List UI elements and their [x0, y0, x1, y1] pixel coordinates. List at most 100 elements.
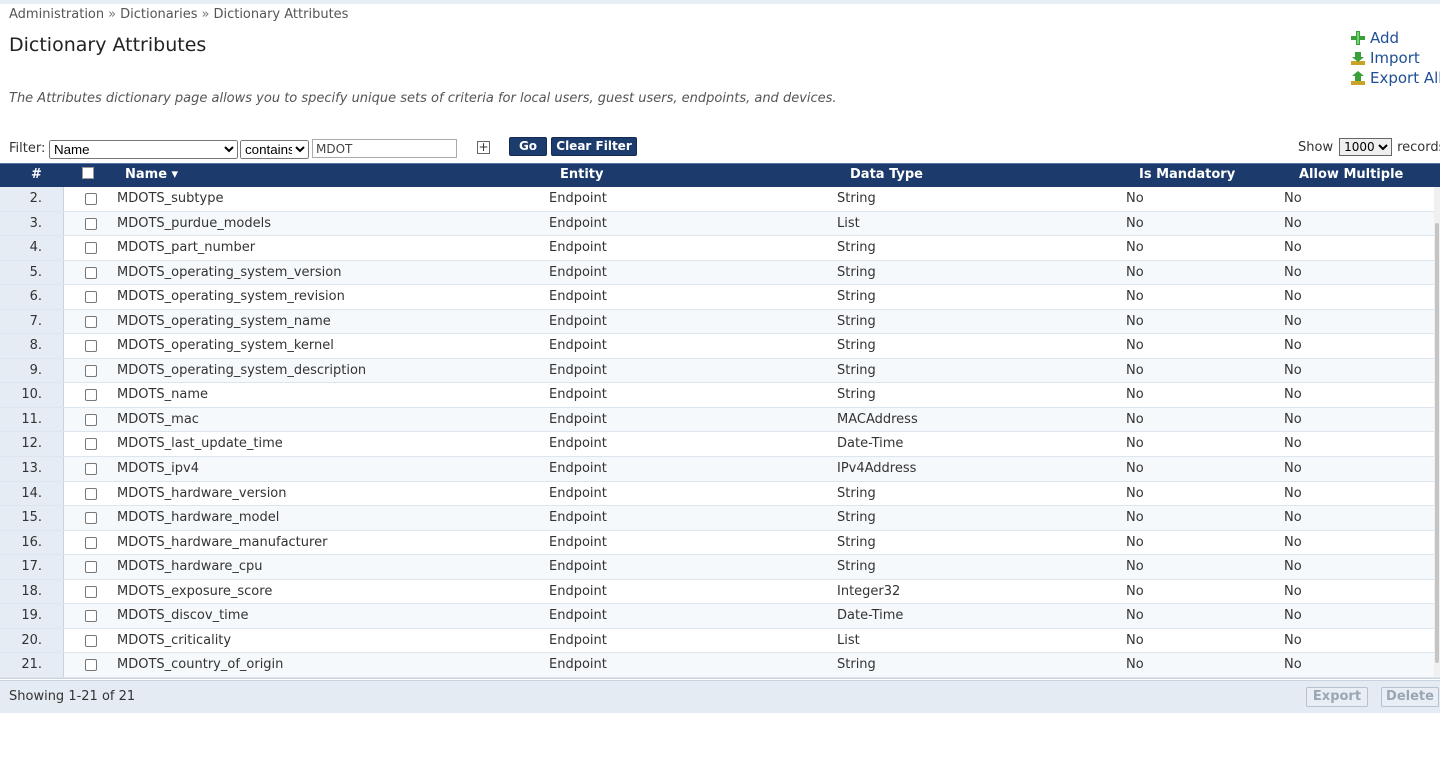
- table-row[interactable]: 5. MDOTS_operating_system_version Endpoint…: [0, 260, 1440, 286]
- cell-name[interactable]: MDOTS_part_number: [117, 236, 255, 259]
- table-row[interactable]: 21. MDOTS_country_of_origin Endpoint String…: [0, 653, 1440, 678]
- delete-button[interactable]: Delete: [1381, 687, 1439, 707]
- cell-row-number: 2.: [0, 187, 64, 211]
- row-checkbox[interactable]: [85, 561, 97, 574]
- row-checkbox[interactable]: [85, 242, 97, 255]
- cell-allow-multiple: No: [1284, 313, 1302, 329]
- table-row[interactable]: 15. MDOTS_hardware_model Endpoint String No N…: [0, 506, 1440, 531]
- cell-name[interactable]: MDOTS_last_update_time: [117, 432, 283, 455]
- cell-name[interactable]: MDOTS_hardware_manufacturer: [117, 531, 327, 554]
- table-row[interactable]: 3. MDOTS_purdue_models Endpoint List No No: [0, 211, 1440, 237]
- row-checkbox[interactable]: [85, 610, 97, 623]
- row-checkbox[interactable]: [85, 438, 97, 451]
- table-row[interactable]: 12. MDOTS_last_update_time Endpoint Date-Ti…: [0, 432, 1440, 458]
- add-link[interactable]: Add: [1350, 28, 1440, 48]
- cell-name[interactable]: MDOTS_name: [117, 383, 208, 406]
- filter-field-select[interactable]: Name: [49, 140, 238, 159]
- cell-row-number: 12.: [0, 432, 64, 457]
- table-row[interactable]: 2. MDOTS_subtype Endpoint String No No: [0, 187, 1440, 212]
- table-row[interactable]: 6. MDOTS_operating_system_revision Endpoin…: [0, 285, 1440, 310]
- records-per-page-select[interactable]: 1000: [1339, 138, 1393, 156]
- scrollbar-thumb[interactable]: [1435, 223, 1439, 663]
- cell-row-number: 11.: [0, 407, 64, 432]
- export-button[interactable]: Export: [1306, 687, 1368, 707]
- table-row[interactable]: 9. MDOTS_operating_system_description Endp…: [0, 358, 1440, 384]
- cell-name[interactable]: MDOTS_country_of_origin: [117, 653, 283, 676]
- column-header-is-mandatory[interactable]: Is Mandatory: [1139, 167, 1235, 182]
- row-checkbox[interactable]: [85, 340, 97, 353]
- breadcrumb-separator: »: [201, 7, 210, 22]
- cell-allow-multiple: No: [1284, 461, 1302, 477]
- row-checkbox[interactable]: [85, 634, 97, 647]
- cell-name[interactable]: MDOTS_hardware_version: [117, 482, 287, 505]
- cell-data-type: String: [837, 338, 876, 354]
- row-checkbox[interactable]: [85, 315, 97, 328]
- table-row[interactable]: 10. MDOTS_name Endpoint String No No: [0, 383, 1440, 408]
- column-header-name[interactable]: Name ▾: [125, 167, 178, 182]
- row-checkbox[interactable]: [85, 512, 97, 525]
- select-all-checkbox[interactable]: [82, 167, 94, 179]
- table-row[interactable]: 7. MDOTS_operating_system_name Endpoint Str…: [0, 309, 1440, 335]
- table-row[interactable]: 18. MDOTS_exposure_score Endpoint Integer32…: [0, 579, 1440, 605]
- cell-name[interactable]: MDOTS_operating_system_kernel: [117, 334, 334, 357]
- table-row[interactable]: 11. MDOTS_mac Endpoint MACAddress No No: [0, 407, 1440, 433]
- table-scrollbar[interactable]: [1434, 187, 1440, 677]
- cell-name[interactable]: MDOTS_operating_system_version: [117, 261, 341, 284]
- import-link[interactable]: Import: [1350, 48, 1440, 68]
- row-checkbox[interactable]: [85, 364, 97, 377]
- cell-row-number: 20.: [0, 628, 64, 653]
- table-row[interactable]: 19. MDOTS_discov_time Endpoint Date-Time No N…: [0, 604, 1440, 629]
- breadcrumb-administration[interactable]: Administration: [9, 7, 104, 22]
- breadcrumb-dictionaries[interactable]: Dictionaries: [120, 7, 197, 22]
- go-button[interactable]: Go: [509, 137, 547, 156]
- row-checkbox[interactable]: [85, 413, 97, 426]
- cell-name[interactable]: MDOTS_mac: [117, 408, 199, 431]
- cell-name[interactable]: MDOTS_operating_system_revision: [117, 285, 345, 308]
- cell-name[interactable]: MDOTS_subtype: [117, 187, 223, 210]
- records-per-page: Show 1000 records: [1298, 138, 1440, 156]
- table-footer: Showing 1-21 of 21 Export Delete: [0, 680, 1440, 713]
- page-actions: Add Import Export All: [1350, 28, 1440, 88]
- cell-name[interactable]: MDOTS_operating_system_name: [117, 310, 331, 333]
- column-header-allow-multiple[interactable]: Allow Multiple: [1299, 167, 1403, 182]
- column-header-entity[interactable]: Entity: [560, 167, 604, 182]
- table-row[interactable]: 17. MDOTS_hardware_cpu Endpoint String No No: [0, 555, 1440, 580]
- cell-name[interactable]: MDOTS_discov_time: [117, 604, 248, 627]
- row-checkbox[interactable]: [85, 193, 97, 205]
- table-row[interactable]: 20. MDOTS_criticality Endpoint List No No: [0, 628, 1440, 654]
- table-row[interactable]: 16. MDOTS_hardware_manufacturer Endpoint St…: [0, 530, 1440, 556]
- cell-name[interactable]: MDOTS_hardware_cpu: [117, 555, 263, 578]
- filter-operator-select[interactable]: contains: [240, 140, 309, 159]
- filter-value-input[interactable]: [312, 139, 457, 158]
- cell-allow-multiple: No: [1284, 657, 1302, 673]
- export-all-link[interactable]: Export All: [1350, 68, 1440, 88]
- row-checkbox[interactable]: [85, 463, 97, 476]
- cell-is-mandatory: No: [1126, 583, 1144, 599]
- row-checkbox[interactable]: [85, 585, 97, 598]
- cell-allow-multiple: No: [1284, 632, 1302, 648]
- row-checkbox[interactable]: [85, 659, 97, 672]
- column-header-data-type[interactable]: Data Type: [850, 167, 923, 182]
- row-checkbox[interactable]: [85, 217, 97, 230]
- cell-name[interactable]: MDOTS_purdue_models: [117, 212, 271, 235]
- row-checkbox[interactable]: [85, 389, 97, 402]
- clear-filter-button[interactable]: Clear Filter: [551, 137, 637, 156]
- row-checkbox[interactable]: [85, 266, 97, 279]
- cell-entity: Endpoint: [549, 387, 607, 403]
- table-row[interactable]: 8. MDOTS_operating_system_kernel Endpoint S…: [0, 334, 1440, 359]
- filter-label: Filter:: [9, 141, 46, 156]
- row-checkbox[interactable]: [85, 487, 97, 500]
- table-row[interactable]: 13. MDOTS_ipv4 Endpoint IPv4Address No No: [0, 457, 1440, 482]
- cell-name[interactable]: MDOTS_operating_system_description: [117, 359, 366, 382]
- cell-name[interactable]: MDOTS_hardware_model: [117, 506, 279, 529]
- row-checkbox[interactable]: [85, 536, 97, 549]
- add-filter-icon[interactable]: +: [477, 141, 490, 154]
- attributes-table: # Name ▾ Entity Data Type Is Mandatory A…: [0, 163, 1440, 679]
- breadcrumb-current: Dictionary Attributes: [213, 7, 349, 22]
- table-row[interactable]: 14. MDOTS_hardware_version Endpoint String N…: [0, 481, 1440, 507]
- cell-name[interactable]: MDOTS_exposure_score: [117, 580, 272, 603]
- cell-name[interactable]: MDOTS_criticality: [117, 629, 231, 652]
- cell-name[interactable]: MDOTS_ipv4: [117, 457, 199, 480]
- row-checkbox[interactable]: [85, 291, 97, 304]
- table-row[interactable]: 4. MDOTS_part_number Endpoint String No No: [0, 236, 1440, 261]
